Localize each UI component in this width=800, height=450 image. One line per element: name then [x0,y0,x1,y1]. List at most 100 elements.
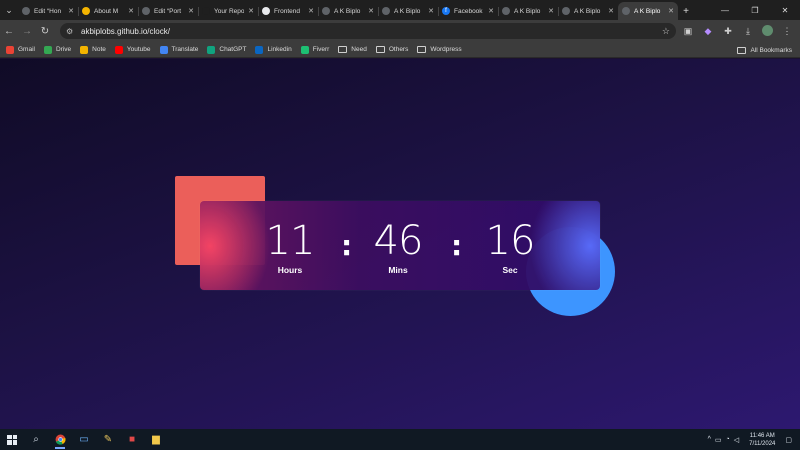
bookmark-label: ChatGPT [219,46,247,53]
separator: : [451,229,463,262]
tab-close-icon[interactable]: ✕ [188,7,194,15]
tab-close-icon[interactable]: ✕ [248,7,254,15]
bookmark-translate[interactable]: Translate [159,45,198,54]
bookmark-star-icon[interactable]: ☆ [662,26,670,37]
download-icon[interactable]: ⤓ [739,22,757,40]
app-taskbar-icon[interactable]: ■ [120,429,144,450]
back-icon[interactable]: ← [0,22,18,40]
seconds-label: Sec [502,265,518,275]
browser-tab[interactable]: A K Biplo ✕ [378,2,438,20]
app-taskbar-icon[interactable]: ✎ [96,429,120,450]
file-explorer-icon[interactable]: ▆ [144,429,168,450]
hours-unit: 11 Hours [260,201,320,290]
bookmark-youtube[interactable]: Youtube [114,45,151,54]
browser-tab[interactable]: Your Repo ✕ [198,2,258,20]
tab-search-icon[interactable]: ⌄ [0,0,18,20]
address-bar[interactable]: ⚙ akbiplobs.github.io/clock/ ☆ [60,23,676,39]
seconds-value: 16 [485,218,536,264]
tab-title: A K Biplo [394,7,421,15]
tab-close-icon[interactable]: ✕ [548,7,554,15]
all-bookmarks-label: All Bookmarks [750,46,792,54]
site-info-icon[interactable]: ⚙ [66,27,76,36]
toolbar-right: ▣ ◆ ✚ ⤓ ⋮ [679,22,796,40]
browser-tab[interactable]: A K Biplo ✕ [498,2,558,20]
bookmark-linkedin[interactable]: Linkedin [255,45,292,54]
forward-icon[interactable]: → [18,22,36,40]
minimize-icon[interactable]: — [710,0,740,20]
menu-icon[interactable]: ⋮ [778,22,796,40]
chevron-up-icon[interactable]: ^ [708,436,711,443]
tab-title: A K Biplo [514,7,541,15]
search-icon[interactable]: ⌕ [24,429,48,450]
profile-avatar[interactable] [762,25,773,36]
bookmark-gmail[interactable]: Gmail [6,45,35,54]
globe-icon [322,7,330,15]
network-icon[interactable]: ▭ [715,436,722,444]
url-text: akbiplobs.github.io/clock/ [81,26,170,36]
folder-icon [417,46,427,53]
chrome-taskbar-icon[interactable] [48,429,72,450]
bookmark-need[interactable]: Need [338,46,367,53]
windows-icon [7,434,17,445]
close-window-icon[interactable]: ✕ [770,0,800,20]
tab-close-icon[interactable]: ✕ [128,7,134,15]
clock-card: 11 Hours : 46 Mins : 16 Sec [200,201,600,290]
bookmark-label: Wordpress [430,46,462,53]
extension-icon[interactable]: ◆ [699,22,717,40]
browser-tab[interactable]: Frontend ✕ [258,2,318,20]
tab-close-icon[interactable]: ✕ [308,7,314,15]
bookmark-label: Linkedin [267,46,292,53]
app-taskbar-icon[interactable]: ▭ [72,429,96,450]
bookmark-note[interactable]: Note [80,45,106,54]
browser-tab[interactable]: About M ✕ [78,2,138,20]
all-bookmarks-button[interactable]: All Bookmarks [737,42,792,58]
translate-icon [159,45,168,54]
taskbar-time: 11:46 AM [749,432,775,439]
bookmark-chatgpt[interactable]: ChatGPT [207,45,247,54]
tab-close-icon[interactable]: ✕ [68,7,74,15]
bookmark-label: Need [351,46,367,53]
globe-icon [562,7,570,15]
tab-strip: ⌄ Edit “Hon ✕ About M ✕ Edit “Port ✕ Your Repo… [0,0,800,20]
wifi-icon[interactable]: ◔ [726,436,730,443]
smile-icon [82,7,90,15]
tab-close-icon[interactable]: ✕ [428,7,434,15]
tab-title: About M [94,7,119,15]
tab-close-icon[interactable]: ✕ [488,7,494,15]
reload-icon[interactable]: ↻ [36,22,54,40]
tab-close-icon[interactable]: ✕ [368,7,374,15]
bookmark-wordpress[interactable]: Wordpress [417,46,462,53]
tab-list: Edit “Hon ✕ About M ✕ Edit “Port ✕ Your Repo ✕ F… [18,0,678,20]
bookmark-others[interactable]: Others [375,46,408,53]
extensions-puzzle-icon[interactable]: ✚ [719,22,737,40]
tab-close-icon[interactable]: ✕ [668,7,674,15]
browser-tab[interactable]: A K Biplo ✕ [318,2,378,20]
taskbar-clock[interactable]: 11:46 AM 7/11/2024 [749,432,775,448]
globe-icon [262,7,270,15]
chatgpt-icon [207,45,216,54]
globe-icon [502,7,510,15]
extension-icon[interactable]: ▣ [679,22,697,40]
globe-icon [382,7,390,15]
browser-tab[interactable]: A K Biplo ✕ [558,2,618,20]
minutes-value: 46 [373,218,424,264]
new-tab-icon[interactable]: + [678,2,694,20]
tab-close-icon[interactable]: ✕ [608,7,614,15]
browser-tab[interactable]: f Facebook ✕ [438,2,498,20]
browser-tab[interactable]: Edit “Port ✕ [138,2,198,20]
bookmark-fiverr[interactable]: Fiverr [300,45,330,54]
taskbar: ⌕ ▭ ✎ ■ ▆ ^ ▭ ◔ ◁ 11:46 AM 7/11/2024 ▢ [0,429,800,450]
notification-icon[interactable]: ▢ [785,436,792,444]
bookmark-drive[interactable]: Drive [43,45,71,54]
tab-title: A K Biplo [334,7,361,15]
wordpress-icon [142,7,150,15]
separator: : [341,229,353,262]
start-button[interactable] [0,429,24,450]
volume-icon[interactable]: ◁ [734,436,739,444]
bookmark-label: Fiverr [312,46,330,53]
maximize-icon[interactable]: ❐ [740,0,770,20]
minutes-unit: 46 Mins [368,201,428,290]
bookmarks-bar: Gmail Drive Note Youtube Translate ChatGPT Lin… [0,42,800,58]
browser-tab[interactable]: Edit “Hon ✕ [18,2,78,20]
browser-tab[interactable]: A K Biplo ✕ [618,2,678,20]
